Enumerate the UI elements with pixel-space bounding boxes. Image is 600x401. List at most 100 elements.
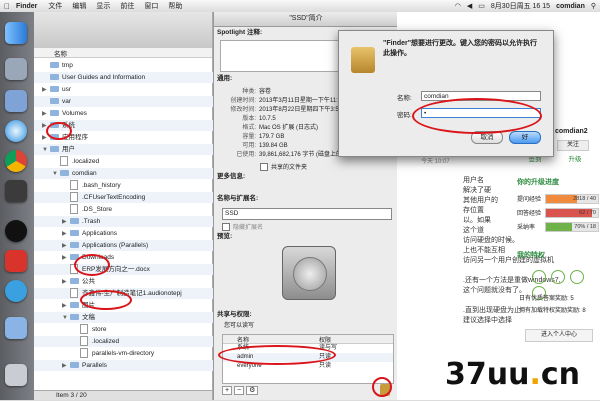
safari-dock-icon[interactable] bbox=[5, 120, 27, 142]
file-list-row[interactable]: ▶ usr bbox=[34, 84, 220, 95]
battery-icon[interactable]: ▭ bbox=[478, 2, 485, 10]
qq-dock-icon[interactable] bbox=[5, 220, 27, 242]
hard-disk-icon bbox=[282, 246, 336, 300]
menu-window[interactable]: 窗口 bbox=[139, 1, 163, 11]
remove-permission-button[interactable]: − bbox=[234, 386, 245, 395]
menu-help[interactable]: 帮助 bbox=[163, 1, 187, 11]
column-header[interactable]: 名称 bbox=[34, 48, 212, 58]
permissions-toolbar: + − ⚙ bbox=[222, 386, 259, 395]
sharing-section: 共享与权限: 您可以读写 bbox=[214, 310, 398, 329]
folder-dock-icon[interactable] bbox=[5, 317, 27, 339]
file-list-row[interactable]: User Guides and Information bbox=[34, 72, 220, 83]
name-ext-header[interactable]: 名称与扩展名: bbox=[214, 194, 398, 204]
highlight-everyone-row bbox=[218, 345, 336, 365]
hide-ext-checkbox[interactable]: 隐藏扩展名 bbox=[222, 222, 263, 232]
file-list-row[interactable]: ▶ .Trash bbox=[34, 216, 240, 227]
permission-privilege[interactable]: 只读 bbox=[319, 362, 331, 371]
gear-icon[interactable]: ⚙ bbox=[246, 386, 259, 395]
finder-dock-icon[interactable] bbox=[5, 22, 27, 44]
disclosure-triangle-icon[interactable]: ▶ bbox=[62, 277, 70, 288]
folder-icon bbox=[50, 86, 59, 93]
add-permission-button[interactable]: + bbox=[222, 386, 233, 395]
disclosure-triangle-icon[interactable]: ▶ bbox=[62, 217, 70, 228]
perm-header-priv[interactable]: 权限 bbox=[319, 335, 331, 344]
menu-app-name[interactable]: Finder bbox=[14, 3, 43, 10]
more-info-header[interactable]: 更多信息: bbox=[214, 172, 398, 182]
web-username[interactable]: comdian2 bbox=[555, 128, 588, 135]
menu-go[interactable]: 前往 bbox=[115, 1, 139, 11]
menu-clock[interactable]: 8月30日周五 16 15 bbox=[491, 1, 550, 11]
file-list-row[interactable]: ▶ 图片 bbox=[34, 300, 240, 311]
general-info-row: 种类: 容卷 bbox=[216, 86, 271, 95]
wifi-icon[interactable]: ◠ bbox=[455, 2, 461, 10]
file-list-row[interactable]: .DS_Store bbox=[34, 204, 240, 215]
preview-header[interactable]: 预览: bbox=[214, 232, 398, 242]
file-list-row[interactable]: ▶ 公共 bbox=[34, 276, 240, 287]
spotlight-icon[interactable]: ⚲ bbox=[591, 2, 596, 10]
file-list-row[interactable]: ▼ 用户 bbox=[34, 144, 220, 155]
column-header-name: 名称 bbox=[54, 51, 67, 58]
shared-folder-checkbox[interactable]: 共享的文件夹 bbox=[260, 162, 307, 172]
highlight-users-folder bbox=[46, 122, 72, 140]
trash-dock-icon[interactable] bbox=[5, 364, 27, 386]
document-icon bbox=[80, 336, 88, 347]
file-list-row[interactable]: .bash_history bbox=[34, 180, 240, 191]
file-name: Applications (Parallels) bbox=[82, 242, 149, 249]
folder-icon bbox=[70, 314, 79, 321]
file-list-row[interactable]: ▶ Applications bbox=[34, 228, 240, 239]
ok-button[interactable]: 好 bbox=[509, 131, 541, 144]
file-name: .localized bbox=[92, 338, 120, 345]
name-field[interactable]: SSD bbox=[222, 208, 392, 220]
disclosure-triangle-icon[interactable]: ▶ bbox=[42, 109, 50, 120]
file-list-row[interactable]: ▼ 文稿 bbox=[34, 312, 240, 323]
folder-icon bbox=[50, 62, 59, 69]
menu-file[interactable]: 文件 bbox=[43, 1, 67, 11]
file-list-row[interactable]: 齐鑫伟-生产制造笔记1.audionotepj bbox=[34, 288, 240, 299]
file-list-row[interactable]: ▶ Applications (Parallels) bbox=[34, 240, 240, 251]
disclosure-triangle-icon[interactable]: ▼ bbox=[42, 145, 50, 156]
disclosure-triangle-icon[interactable]: ▶ bbox=[62, 301, 70, 312]
file-list-row[interactable]: ▼ comdian bbox=[34, 168, 230, 179]
apple-menu-icon[interactable]:  bbox=[0, 2, 14, 11]
disclosure-triangle-icon[interactable]: ▶ bbox=[62, 361, 70, 372]
info-key: 种类: bbox=[242, 89, 256, 95]
article-line: 这个问题就没有了。 bbox=[463, 287, 526, 294]
preview-dock-icon[interactable] bbox=[5, 90, 27, 112]
progress-value: 70% / 18 bbox=[574, 224, 596, 230]
folder-icon bbox=[50, 74, 59, 81]
disclosure-triangle-icon[interactable]: ▶ bbox=[62, 253, 70, 264]
app2-dock-icon[interactable] bbox=[5, 280, 27, 302]
file-name: store bbox=[92, 326, 107, 333]
disclosure-triangle-icon[interactable]: ▼ bbox=[52, 169, 60, 180]
progress-label: 回答经验 bbox=[517, 211, 542, 217]
upgrade-tab[interactable]: 升级 bbox=[557, 153, 593, 163]
follow-button[interactable]: 关注 bbox=[557, 140, 589, 151]
app-dock-icon[interactable] bbox=[5, 180, 27, 202]
general-info-row: 已使用: 39,861,682,176 字节 (磁盘上的 39.8 bbox=[216, 149, 355, 158]
info-key: 修改时间: bbox=[230, 107, 256, 113]
sharing-header[interactable]: 共享与权限: bbox=[214, 310, 398, 320]
disclosure-triangle-icon[interactable]: ▶ bbox=[62, 229, 70, 240]
file-list-row[interactable]: ▶ Downloads bbox=[34, 252, 240, 263]
perm-header-name[interactable]: 名称 bbox=[237, 335, 249, 344]
file-list-row[interactable]: ▶ Volumes bbox=[34, 108, 220, 119]
file-list-row[interactable]: ERP发展方向之一.docx bbox=[34, 264, 240, 275]
chrome-dock-icon[interactable] bbox=[5, 150, 27, 172]
disclosure-triangle-icon[interactable]: ▼ bbox=[62, 313, 70, 324]
launchpad-dock-icon[interactable] bbox=[5, 58, 27, 80]
disclosure-triangle-icon[interactable]: ▶ bbox=[62, 241, 70, 252]
file-list-row[interactable]: .CFUserTextEncoding bbox=[34, 192, 240, 203]
parallels-dock-icon[interactable] bbox=[5, 250, 27, 272]
file-list-row[interactable]: .localized bbox=[34, 156, 230, 167]
menu-edit[interactable]: 编辑 bbox=[67, 1, 91, 11]
file-list-row[interactable]: ▶ Parallels bbox=[34, 360, 240, 371]
article-line bbox=[463, 296, 513, 306]
file-list-row[interactable]: tmp bbox=[34, 60, 220, 71]
volume-icon[interactable]: ◀ bbox=[467, 2, 472, 10]
file-list-row[interactable]: var bbox=[34, 96, 220, 107]
menu-view[interactable]: 显示 bbox=[91, 1, 115, 11]
disclosure-triangle-icon[interactable]: ▶ bbox=[42, 85, 50, 96]
folder-icon bbox=[50, 146, 59, 153]
enter-personal-center-button[interactable]: 进入个人中心 bbox=[525, 329, 593, 342]
menu-user[interactable]: comdian bbox=[556, 3, 585, 10]
